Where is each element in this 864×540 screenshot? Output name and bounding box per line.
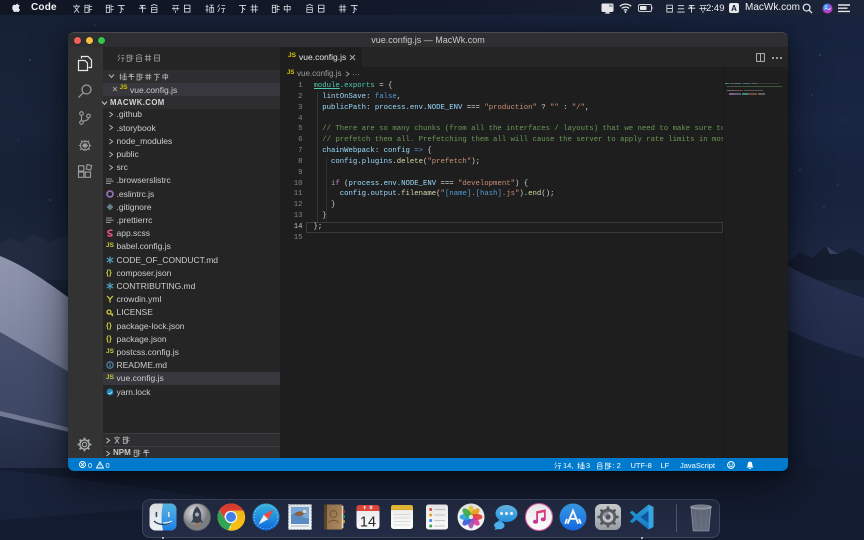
svg-text:A: A bbox=[731, 4, 737, 13]
svg-text:14: 14 bbox=[360, 515, 376, 531]
